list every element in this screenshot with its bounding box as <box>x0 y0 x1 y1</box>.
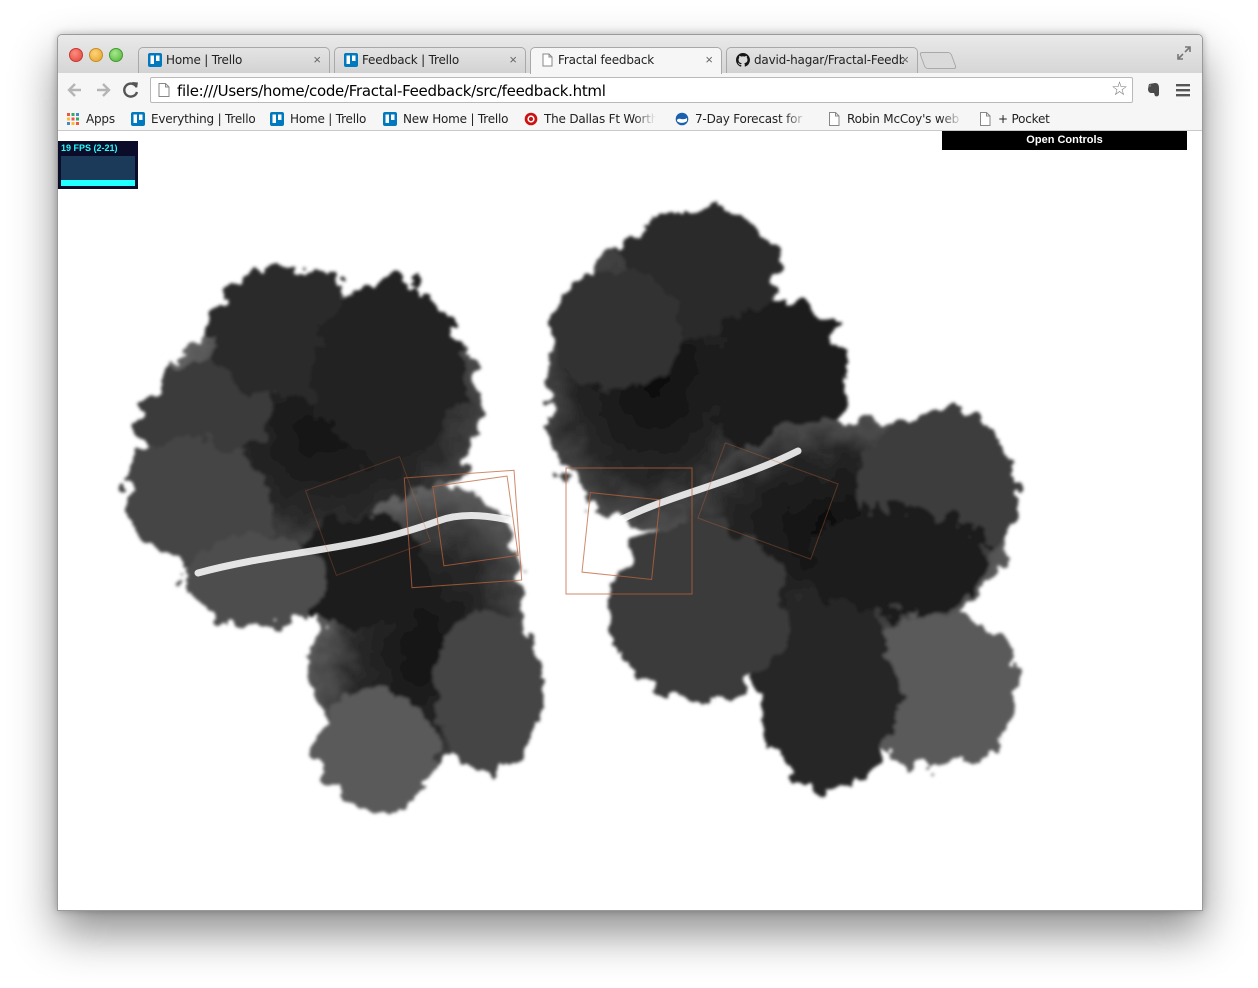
fps-readout: 19 FPS (2-21) <box>61 143 118 153</box>
url-text: file:///Users/home/code/Fractal-Feedback… <box>177 82 606 100</box>
forward-arrow-icon[interactable] <box>93 80 113 100</box>
window-minimize-button[interactable] <box>89 48 103 62</box>
bookmark-label: 7-Day Forecast for L <box>695 112 807 126</box>
trello-icon <box>148 53 162 67</box>
fractal-right-cluster <box>546 206 1018 791</box>
bookmark-star-icon[interactable]: ☆ <box>1111 80 1128 100</box>
window-close-button[interactable] <box>69 48 83 62</box>
bookmark-home-trello[interactable]: Home | Trello <box>270 111 366 127</box>
bookmark-pocket[interactable]: + Pocket <box>978 111 1050 127</box>
bookmark-new-home-trello[interactable]: New Home | Trello <box>383 111 508 127</box>
tab-github-fractal[interactable]: david-hagar/Fractal-Feedb × <box>726 47 918 73</box>
page-icon <box>829 112 840 126</box>
tab-close-icon[interactable]: × <box>313 52 321 67</box>
trello-icon <box>344 53 358 67</box>
tab-close-icon[interactable]: × <box>509 52 517 67</box>
tab-close-icon[interactable]: × <box>901 52 909 67</box>
page-icon <box>980 112 991 126</box>
bookmark-label: Apps <box>86 112 115 126</box>
new-tab-button[interactable] <box>918 52 958 69</box>
bookmark-label: Everything | Trello <box>151 112 256 126</box>
browser-toolbar: file:///Users/home/code/Fractal-Feedback… <box>58 73 1202 109</box>
browser-window: Home | Trello × Feedback | Trello × Frac… <box>57 34 1203 911</box>
apps-grid-icon <box>67 113 79 125</box>
tab-feedback-trello[interactable]: Feedback | Trello × <box>334 47 526 73</box>
bookmark-label: The Dallas Ft Worth, <box>544 112 656 126</box>
tab-title: Feedback | Trello <box>362 53 460 67</box>
bookmark-dallas-weather[interactable]: The Dallas Ft Worth, <box>524 111 656 127</box>
bookmark-apps[interactable]: Apps <box>66 111 115 127</box>
bookmark-label: Home | Trello <box>290 112 367 126</box>
noaa-icon <box>675 112 689 126</box>
fps-graph-fill <box>61 180 135 186</box>
fractal-canvas[interactable] <box>58 131 1202 910</box>
fullscreen-icon[interactable] <box>1176 45 1192 61</box>
bookmark-label: + Pocket <box>998 112 1050 126</box>
bookmarks-bar: Apps Everything | Trello Home | Trello N… <box>58 108 1202 131</box>
open-controls-button[interactable]: Open Controls <box>942 131 1187 150</box>
weather-sun-icon <box>524 112 538 126</box>
trello-icon <box>131 112 145 126</box>
trello-icon <box>270 112 284 126</box>
tab-title: david-hagar/Fractal-Feedb <box>754 53 904 67</box>
bookmark-label: Robin McCoy's web s <box>847 112 963 126</box>
fps-graph <box>61 156 135 186</box>
page-icon <box>542 53 553 67</box>
tab-title: Fractal feedback <box>558 53 655 67</box>
github-icon <box>736 53 750 67</box>
page-viewport: 19 FPS (2-21) Open Controls <box>58 131 1202 910</box>
address-bar[interactable]: file:///Users/home/code/Fractal-Feedback… <box>150 77 1133 103</box>
fractal-left-cluster <box>124 266 543 811</box>
fps-stats-panel[interactable]: 19 FPS (2-21) <box>58 141 138 189</box>
menu-hamburger-icon[interactable] <box>1175 82 1191 98</box>
tab-home-trello[interactable]: Home | Trello × <box>138 47 330 73</box>
bookmark-7day-forecast[interactable]: 7-Day Forecast for L <box>675 111 807 127</box>
bookmark-robin-mccoy[interactable]: Robin McCoy's web s <box>827 111 963 127</box>
tab-title: Home | Trello <box>166 53 243 67</box>
trello-icon <box>383 112 397 126</box>
window-zoom-button[interactable] <box>109 48 123 62</box>
evernote-extension-icon[interactable] <box>1145 81 1163 99</box>
tab-strip: Home | Trello × Feedback | Trello × Frac… <box>58 35 1202 74</box>
tab-close-icon[interactable]: × <box>705 52 713 67</box>
bookmark-label: New Home | Trello <box>403 112 509 126</box>
bookmark-everything-trello[interactable]: Everything | Trello <box>131 111 255 127</box>
reload-icon[interactable] <box>121 80 141 100</box>
back-arrow-icon[interactable] <box>65 80 85 100</box>
tab-fractal-feedback[interactable]: Fractal feedback × <box>530 47 722 74</box>
page-icon <box>158 83 170 97</box>
